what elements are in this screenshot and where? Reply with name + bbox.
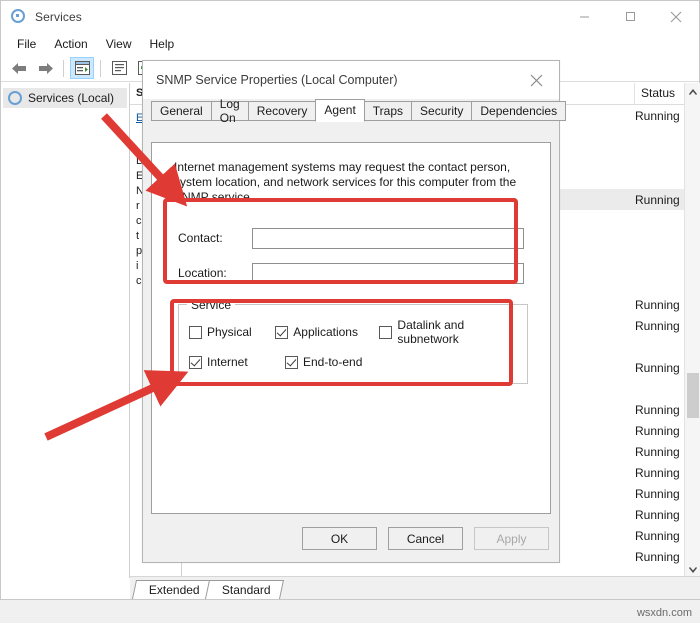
tab-security-label: Security <box>420 103 464 118</box>
services-gear-icon <box>8 91 22 105</box>
checkbox-box <box>189 325 202 339</box>
tab-general-label: General <box>160 103 203 118</box>
tab-traps-label: Traps <box>372 103 404 118</box>
menu-bar: File Action View Help <box>1 32 699 55</box>
tab-general[interactable]: General <box>151 101 212 121</box>
tab-recovery-label: Recovery <box>256 103 308 118</box>
menu-item-action[interactable]: Action <box>45 35 96 53</box>
agent-description-text: Internet management systems may request … <box>174 160 517 204</box>
ok-button[interactable]: OK <box>302 527 377 550</box>
tab-dependencies[interactable]: Dependencies <box>471 101 567 121</box>
checkbox-box <box>285 355 298 369</box>
checkbox-physical-label: Physical <box>207 325 252 339</box>
tab-agent[interactable]: Agent <box>315 99 365 122</box>
window-controls <box>561 1 699 32</box>
services-gear-icon <box>10 8 27 25</box>
service-checkbox-row-1: Physical Applications Datalink and subne… <box>189 318 517 346</box>
window-title: Services <box>35 9 82 24</box>
minimize-icon[interactable] <box>561 1 607 32</box>
snmp-properties-dialog: SNMP Service Properties (Local Computer)… <box>142 60 567 563</box>
apply-button: Apply <box>474 527 549 550</box>
checkbox-applications-label: Applications <box>293 325 358 339</box>
window-titlebar: Services <box>1 1 699 32</box>
tab-traps[interactable]: Traps <box>363 101 413 121</box>
service-checkbox-row-2: Internet End-to-end <box>189 355 517 369</box>
tab-log-on-label: Log On <box>219 96 240 125</box>
checkbox-box <box>379 325 393 339</box>
tab-agent-label: Agent <box>324 103 356 117</box>
close-icon[interactable] <box>653 1 699 32</box>
checkbox-box <box>275 325 289 339</box>
tree-item-label: Services (Local) <box>28 91 115 105</box>
properties-icon[interactable] <box>107 57 131 79</box>
tab-security[interactable]: Security <box>411 101 473 121</box>
service-groupbox: Service Physical Applications Datalink a… <box>178 298 528 384</box>
menu-item-view[interactable]: View <box>97 35 141 53</box>
tab-standard-label: Standard <box>221 583 271 597</box>
console-tree-pane: Services (Local) <box>1 83 130 578</box>
view-tabs: Extended Standard <box>130 576 700 599</box>
tab-dependencies-label: Dependencies <box>480 103 558 118</box>
tab-extended[interactable]: Extended <box>131 580 213 599</box>
menu-item-file[interactable]: File <box>8 35 45 53</box>
vertical-scrollbar[interactable] <box>684 83 700 578</box>
checkbox-internet[interactable]: Internet <box>189 355 281 369</box>
screenshot-root: Services File Action View Help Services … <box>0 0 700 623</box>
dialog-titlebar: SNMP Service Properties (Local Computer) <box>143 61 559 99</box>
dialog-buttons: OK Cancel Apply <box>302 527 549 550</box>
tab-recovery[interactable]: Recovery <box>247 101 317 121</box>
checkbox-internet-label: Internet <box>207 355 248 369</box>
checkbox-datalink-and-subnetwork[interactable]: Datalink and subnetwork <box>379 318 513 346</box>
cancel-button[interactable]: Cancel <box>388 527 463 550</box>
contact-field-row: Contact: <box>178 223 550 253</box>
dialog-tabstrip: General Log On Recovery Agent Traps Secu… <box>143 97 567 125</box>
checkbox-end-to-end-label: End-to-end <box>303 355 363 369</box>
location-input[interactable] <box>252 262 524 284</box>
toolbar-separator <box>63 59 64 77</box>
checkbox-end-to-end[interactable]: End-to-end <box>285 355 397 369</box>
forward-arrow-icon[interactable] <box>33 57 57 79</box>
checkbox-physical[interactable]: Physical <box>189 318 271 346</box>
tab-log-on[interactable]: Log On <box>210 97 249 125</box>
vertical-scroll-thumb[interactable] <box>687 373 699 418</box>
back-arrow-icon[interactable] <box>7 57 31 79</box>
checkbox-datalink-label: Datalink and subnetwork <box>397 318 465 346</box>
dialog-title: SNMP Service Properties (Local Computer) <box>156 73 398 87</box>
close-icon[interactable] <box>514 61 559 99</box>
show-tree-icon[interactable] <box>70 57 94 79</box>
scroll-up-icon[interactable] <box>685 83 700 100</box>
agent-tab-panel: Internet management systems may request … <box>151 142 551 514</box>
maximize-icon[interactable] <box>607 1 653 32</box>
location-field-row: Location: <box>178 258 550 288</box>
tree-item-services-local[interactable]: Services (Local) <box>3 88 127 108</box>
checkbox-applications[interactable]: Applications <box>275 318 375 346</box>
service-group-legend: Service <box>187 298 236 312</box>
location-label: Location: <box>178 266 227 280</box>
tab-standard[interactable]: Standard <box>204 580 284 599</box>
toolbar-separator <box>100 59 101 77</box>
contact-input[interactable] <box>252 227 524 249</box>
contact-label: Contact: <box>178 231 223 245</box>
tab-extended-label: Extended <box>148 583 200 597</box>
watermark: wsxdn.com <box>636 607 692 619</box>
menu-item-help[interactable]: Help <box>141 35 184 53</box>
checkbox-box <box>189 355 202 369</box>
